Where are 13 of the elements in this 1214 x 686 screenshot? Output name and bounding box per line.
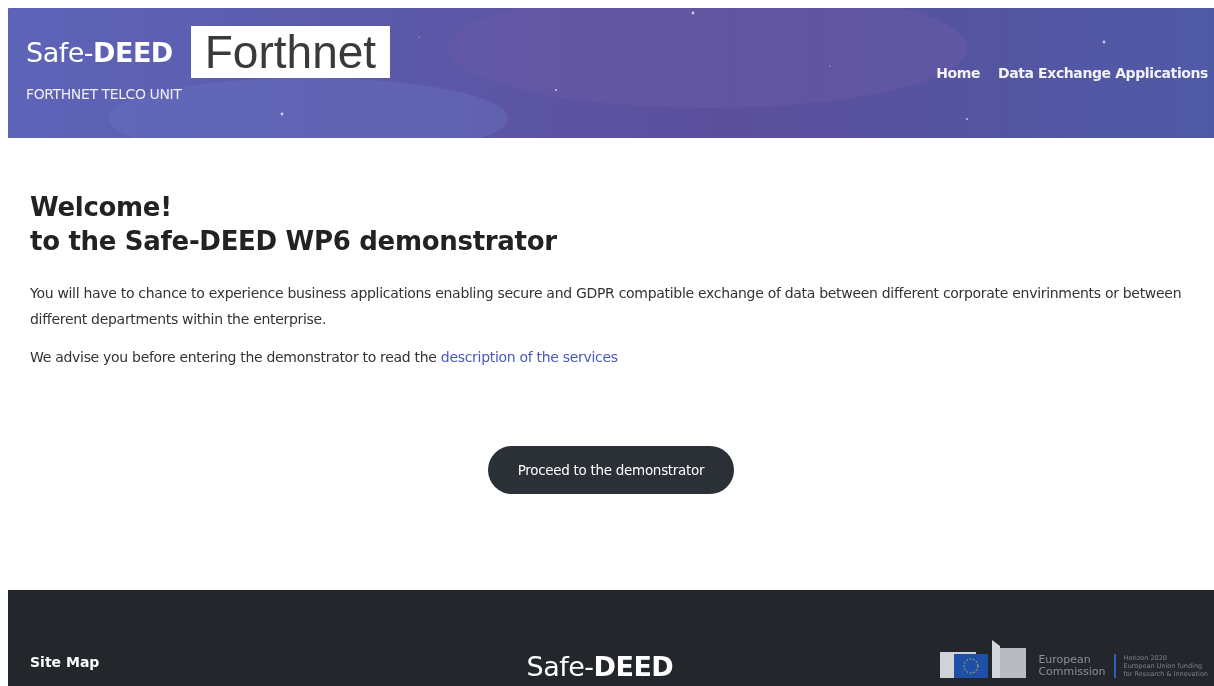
nav-link[interactable]: Home [936,65,980,81]
page-heading: Welcome! to the Safe-DEED WP6 demonstrator [30,191,558,258]
proceed-button[interactable]: Proceed to the demonstrator [487,446,735,494]
services-link[interactable]: description of the services [440,349,618,365]
site-subtitle: FORTHNET TELCO UNIT [26,86,183,102]
nav-link[interactable]: Data Exchange Applications [998,65,1208,81]
partner-logo: Forthnet [190,26,391,78]
advice-paragraph: We advise you before entering the demonstrator to read the description of the services [30,348,619,367]
commission-label: European Commission [1038,654,1116,678]
site-map-heading: Site Map [30,654,100,670]
intro-paragraph: You will have to chance to experience business applications enabling secure and GDPR compatible exchange of data between different corporate envirinments or between different departments within the enterprise. [30,284,1183,329]
footer-brand-logo: Safe-DEED [526,651,674,682]
brand-logo: Safe-DEED [26,36,173,68]
